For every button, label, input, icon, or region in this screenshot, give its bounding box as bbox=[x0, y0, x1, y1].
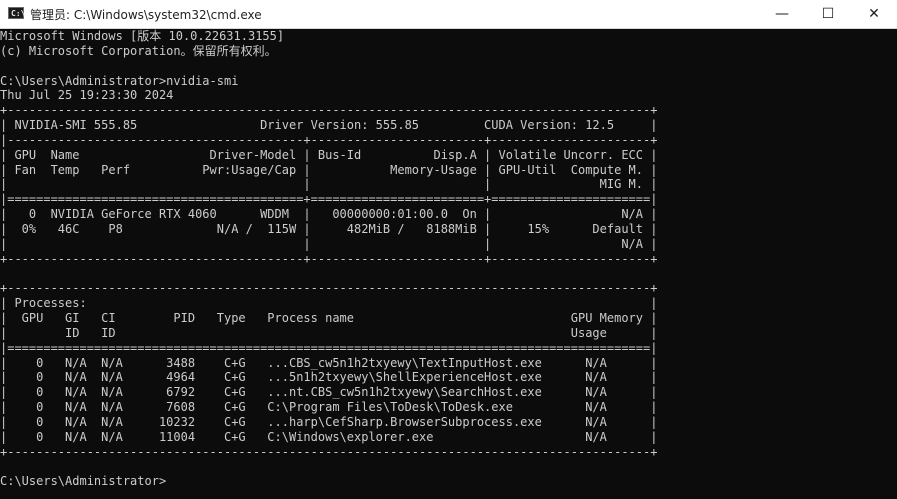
window-title: 管理员: C:\Windows\system32\cmd.exe bbox=[30, 8, 262, 22]
minimize-icon[interactable]: — bbox=[759, 0, 805, 28]
maximize-icon[interactable]: ☐ bbox=[805, 0, 851, 28]
console-line: | GPU GI CI PID Type Process name GPU Me… bbox=[0, 311, 658, 326]
console-line: |=======================================… bbox=[0, 192, 658, 207]
console-line: (c) Microsoft Corporation。保留所有权利。 bbox=[0, 43, 277, 58]
console-line: | 0 NVIDIA GeForce RTX 4060 WDDM | 00000… bbox=[0, 207, 658, 222]
console-line: | 0% 46C P8 N/A / 115W | 482MiB / 8188Mi… bbox=[0, 221, 658, 236]
console-line: Thu Jul 25 19:23:30 2024 bbox=[0, 88, 174, 103]
console-line: C:\Users\Administrator>nvidia-smi bbox=[0, 73, 239, 88]
console-line: |---------------------------------------… bbox=[0, 132, 658, 147]
console-line: |=======================================… bbox=[0, 340, 658, 355]
console-line: | 0 N/A N/A 7608 C+G C:\Program Files\To… bbox=[0, 400, 658, 415]
title-bar: C:\ 管理员: C:\Windows\system32\cmd.exe — ☐… bbox=[0, 0, 897, 29]
console-output[interactable]: Microsoft Windows [版本 10.0.22631.3155] (c… bbox=[0, 29, 897, 499]
console-line: Microsoft Windows [版本 10.0.22631.3155] bbox=[0, 29, 285, 43]
console-line: | ID ID Usage | bbox=[0, 325, 658, 340]
console-line: | Processes: | bbox=[0, 296, 658, 311]
close-icon[interactable]: ✕ bbox=[851, 0, 897, 28]
console-line: | Fan Temp Perf Pwr:Usage/Cap | Memory-U… bbox=[0, 162, 658, 177]
cmd-console-icon[interactable]: C:\ bbox=[8, 7, 26, 19]
console-line: | GPU Name Driver-Model | Bus-Id Disp.A … bbox=[0, 147, 658, 162]
console-line: C:\Users\Administrator> bbox=[0, 474, 167, 489]
console-line: | 0 N/A N/A 10232 C+G ...harp\CefSharp.B… bbox=[0, 414, 658, 429]
console-line: | NVIDIA-SMI 555.85 Driver Version: 555.… bbox=[0, 118, 658, 133]
console-line: | | | N/A | bbox=[0, 236, 658, 251]
console-line: | 0 N/A N/A 3488 C+G ...CBS_cw5n1h2txyew… bbox=[0, 355, 658, 370]
console-line: | | | MIG M. | bbox=[0, 177, 658, 192]
console-line: | 0 N/A N/A 6792 C+G ...nt.CBS_cw5n1h2tx… bbox=[0, 385, 658, 400]
console-line: +---------------------------------------… bbox=[0, 251, 658, 266]
console-line: | 0 N/A N/A 4964 C+G ...5n1h2txyewy\Shel… bbox=[0, 370, 658, 385]
console-line: | 0 N/A N/A 11004 C+G C:\Windows\explore… bbox=[0, 429, 658, 444]
cmd-icon-glyph: C:\ bbox=[11, 9, 26, 18]
console-line: +---------------------------------------… bbox=[0, 281, 658, 296]
console-line: +---------------------------------------… bbox=[0, 444, 658, 459]
console-line: +---------------------------------------… bbox=[0, 103, 658, 118]
